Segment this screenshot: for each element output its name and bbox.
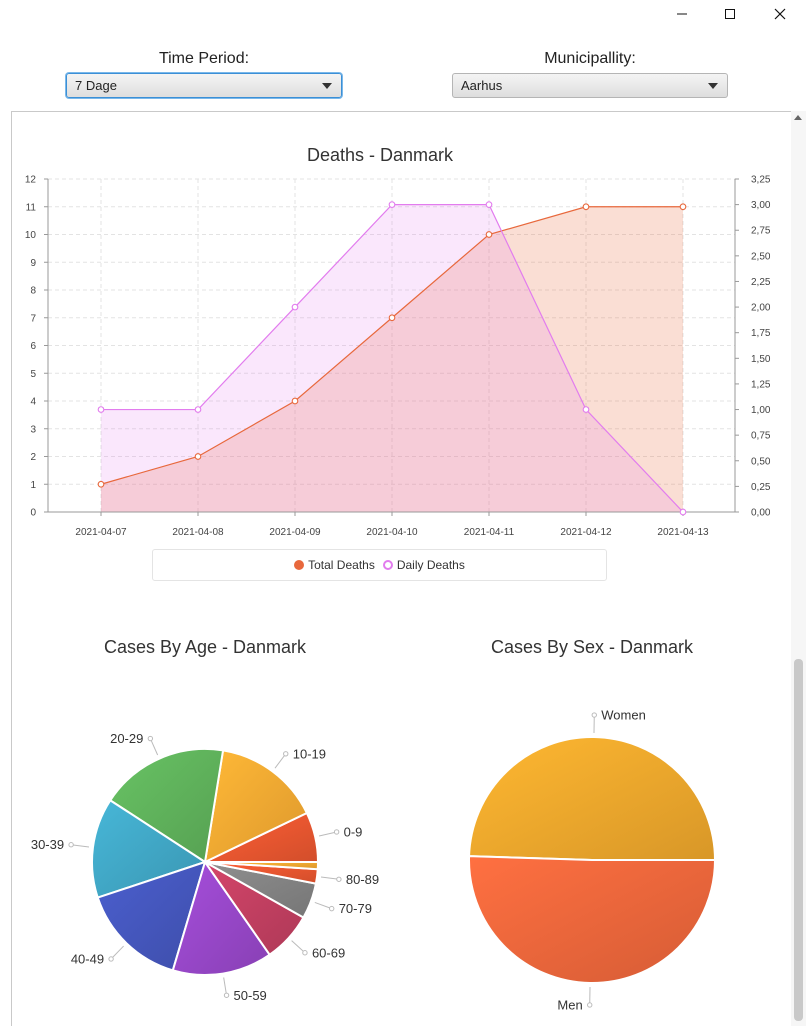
chevron-down-icon	[322, 83, 332, 89]
maximize-icon[interactable]	[707, 0, 753, 28]
municipality-value: Aarhus	[461, 78, 503, 93]
scroll-up-icon[interactable]	[794, 115, 802, 120]
chevron-down-icon	[708, 83, 718, 89]
close-icon[interactable]	[757, 0, 803, 28]
legend-label-daily-deaths: Daily Deaths	[396, 558, 465, 572]
legend-item-total-deaths: Total Deaths	[294, 558, 375, 572]
minimize-icon[interactable]	[659, 0, 705, 28]
deaths-chart-legend: Total Deaths Daily Deaths	[152, 549, 607, 581]
time-period-value: 7 Dage	[75, 78, 117, 93]
scrollbar-thumb[interactable]	[794, 659, 803, 1021]
time-period-label: Time Period:	[158, 50, 250, 67]
municipality-label: Municipallity:	[544, 50, 636, 67]
legend-item-daily-deaths: Daily Deaths	[382, 558, 465, 572]
vertical-scrollbar[interactable]	[791, 111, 806, 1026]
window-titlebar	[0, 0, 806, 30]
time-period-dropdown[interactable]: 7 Dage	[66, 73, 342, 98]
legend-symbol-total-deaths	[294, 560, 305, 570]
municipality-dropdown[interactable]: Aarhus	[452, 73, 728, 98]
legend-symbol-daily-deaths	[382, 560, 393, 570]
legend-label-total-deaths: Total Deaths	[308, 558, 375, 572]
